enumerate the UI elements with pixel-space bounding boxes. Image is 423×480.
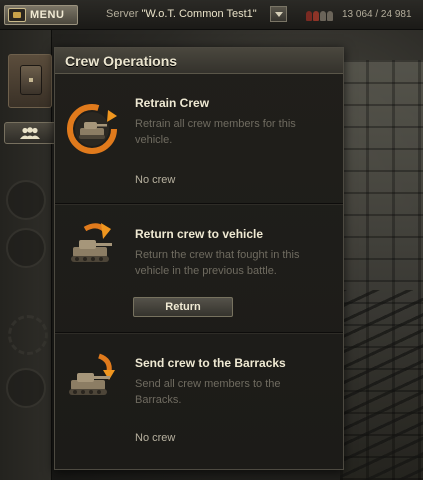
server-dropdown-button[interactable] [270, 6, 287, 22]
popup-header: Crew Operations [55, 48, 343, 74]
menu-button[interactable]: MENU [4, 5, 78, 25]
retrain-crew-title: Retrain Crew [135, 96, 210, 110]
send-to-barracks-status: No crew [135, 432, 176, 444]
retrain-crew-description: Retrain all crew members for this vehicl… [135, 118, 296, 146]
equipment-slot[interactable] [6, 180, 46, 220]
return-crew-description: Return the crew that fought in this vehi… [135, 249, 300, 277]
vehicle-backpack-button[interactable] [8, 54, 52, 108]
operation-return-crew: Return crew to vehicle Return the crew t… [55, 204, 343, 332]
send-to-barracks-icon [69, 353, 115, 395]
retrain-crew-status: No crew [135, 174, 176, 186]
retrain-crew-icon [67, 104, 117, 154]
send-to-barracks-description: Send all crew members to the Barracks. [135, 378, 281, 406]
menu-button-label: MENU [30, 9, 65, 21]
crew-icon [20, 127, 40, 139]
top-bar: MENU Server "W.o.T. Common Test1" 13 064… [0, 0, 423, 30]
return-button[interactable]: Return [133, 297, 233, 317]
crew-operations-popup: Crew Operations Retrain Crew Retrain all… [54, 47, 344, 470]
hangar-stairs [340, 290, 423, 480]
equipment-slot[interactable] [6, 368, 46, 408]
game-logo-icon [8, 8, 26, 22]
equipment-slot[interactable] [6, 228, 46, 268]
players-online-count: 13 064 / 24 981 [342, 9, 412, 20]
server-label: Server "W.o.T. Common Test1" [106, 8, 257, 20]
crew-tab-button[interactable] [4, 122, 56, 144]
server-prefix: Server [106, 8, 139, 20]
popup-title: Crew Operations [65, 53, 178, 69]
gear-icon[interactable] [8, 315, 48, 355]
operation-send-to-barracks: Send crew to the Barracks Send all crew … [55, 333, 343, 470]
send-to-barracks-title: Send crew to the Barracks [135, 356, 286, 370]
players-online-icon [306, 9, 336, 21]
return-crew-title: Return crew to vehicle [135, 227, 264, 241]
server-name: "W.o.T. Common Test1" [141, 8, 257, 20]
backpack-icon [20, 65, 42, 95]
return-crew-icon [71, 223, 112, 262]
